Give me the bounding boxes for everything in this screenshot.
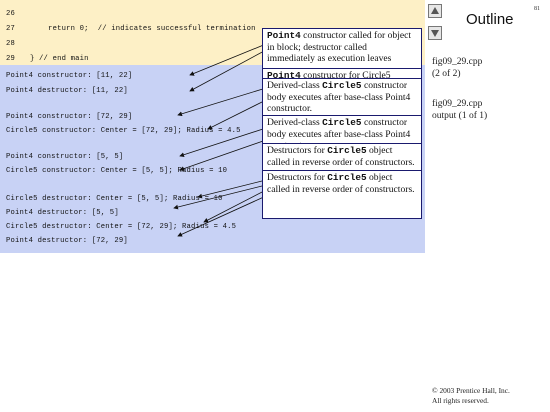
output-line: Point4 constructor: [11, 22] (6, 72, 133, 80)
outline-item-output[interactable]: fig09_29.cpp output (1 of 1) (432, 98, 487, 122)
code-line-26: 26 (6, 10, 16, 18)
outline-title: Outline (466, 11, 514, 28)
previous-slide-button[interactable] (428, 4, 442, 18)
callout-destructors-2: Destructors for Circle5 object called in… (262, 170, 422, 219)
outline-item-sub: (2 of 2) (432, 69, 461, 79)
output-line: Circle5 constructor: Center = [72, 29]; … (6, 127, 241, 135)
down-arrow-icon (431, 30, 439, 37)
outline-item-file: fig09_29.cpp (432, 57, 483, 67)
up-arrow-icon (431, 7, 439, 14)
copyright-line: © 2003 Prentice Hall, Inc. (432, 386, 510, 395)
code-line-27: 27 return 0; // indicates successful ter… (6, 25, 256, 33)
output-line: Point4 destructor: [5, 5] (6, 209, 119, 217)
code-line-28: 28 (6, 40, 16, 48)
outline-item-sub: output (1 of 1) (432, 111, 488, 121)
copyright-notice: © 2003 Prentice Hall, Inc. All rights re… (432, 386, 510, 406)
outline-item-file: fig09_29.cpp (432, 99, 483, 109)
output-line: Point4 destructor: [72, 29] (6, 237, 128, 245)
callout-derived-circle5-1: Derived-class Circle5 constructor body e… (262, 78, 422, 118)
output-line: Circle5 destructor: Center = [72, 29]; R… (6, 223, 237, 231)
output-line: Point4 constructor: [72, 29] (6, 113, 133, 121)
page-number: 81 (534, 6, 540, 12)
code-line-29: 29} // end main (6, 55, 89, 63)
output-line: Point4 constructor: [5, 5] (6, 153, 124, 161)
output-line: Circle5 destructor: Center = [5, 5]; Rad… (6, 195, 223, 203)
next-slide-button[interactable] (428, 26, 442, 40)
output-line: Point4 destructor: [11, 22] (6, 87, 128, 95)
callout-derived-circle5-2: Derived-class Circle5 constructor body e… (262, 115, 422, 145)
rights-line: All rights reserved. (432, 396, 489, 405)
outline-item-source[interactable]: fig09_29.cpp (2 of 2) (432, 56, 482, 80)
output-line: Circle5 constructor: Center = [5, 5]; Ra… (6, 167, 228, 175)
callout-destructors-1: Destructors for Circle5 object called in… (262, 143, 422, 171)
